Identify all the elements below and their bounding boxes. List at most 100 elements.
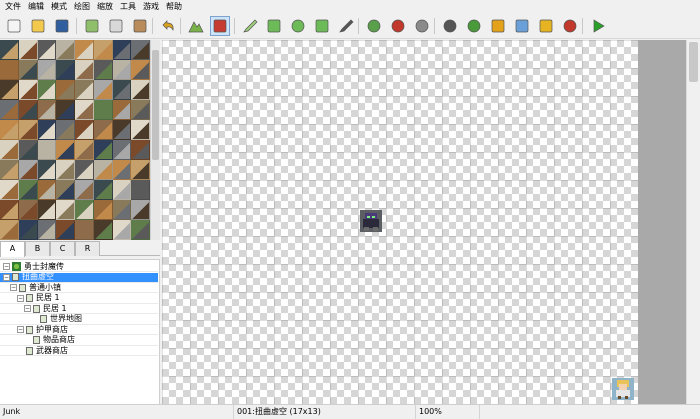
puzzle-button[interactable] (464, 16, 484, 36)
tree-item[interactable]: 物品商店 (0, 335, 158, 346)
tileset-tile[interactable] (18, 160, 38, 180)
map-canvas[interactable] (162, 40, 686, 404)
tileset-tile[interactable] (56, 180, 75, 200)
copy-button[interactable] (106, 16, 126, 36)
tileset-tile[interactable] (37, 60, 57, 80)
tileset-tile[interactable] (18, 60, 38, 80)
zoom-reset-button[interactable] (412, 16, 432, 36)
tileset-tile[interactable] (18, 120, 38, 140)
map-vertical-scrollbar[interactable] (686, 40, 700, 404)
tileset-tile[interactable] (18, 80, 38, 100)
tileset-tile[interactable] (37, 220, 57, 240)
tileset-tile[interactable] (93, 140, 113, 160)
tileset-tile[interactable] (112, 40, 132, 60)
tileset-tile[interactable] (131, 140, 150, 160)
tileset-tile[interactable] (75, 120, 94, 140)
tileset-tile[interactable] (131, 160, 150, 180)
menu-item-1[interactable]: 编辑 (25, 0, 48, 13)
menu-item-6[interactable]: 游戏 (140, 0, 163, 13)
tileset-tile[interactable] (75, 40, 94, 60)
new-file-button[interactable] (4, 16, 24, 36)
undo-button[interactable] (158, 16, 178, 36)
event-layer-button[interactable] (210, 16, 230, 36)
tileset-tile[interactable] (112, 200, 132, 220)
tileset-tile[interactable] (75, 220, 94, 240)
tileset-tile[interactable] (37, 140, 57, 160)
tileset-tile[interactable] (37, 40, 57, 60)
tileset-tile[interactable] (75, 60, 94, 80)
script-button[interactable] (536, 16, 556, 36)
tileset-tile[interactable] (56, 100, 75, 120)
tileset-tile[interactable] (112, 60, 132, 80)
play-button[interactable] (588, 16, 608, 36)
tileset-tile[interactable] (37, 120, 57, 140)
tileset-tile[interactable] (56, 60, 75, 80)
paste-button[interactable] (130, 16, 150, 36)
tileset-tile[interactable] (112, 220, 132, 240)
map-scrollbar-thumb[interactable] (689, 42, 698, 82)
tab-layer-c[interactable]: C (50, 241, 75, 256)
collapse-icon[interactable]: − (24, 305, 31, 312)
tree-item[interactable]: − 扭曲虚空 (0, 272, 158, 283)
tree-item[interactable]: − 护甲商店 (0, 325, 158, 335)
tileset-tile[interactable] (93, 60, 113, 80)
tileset-tile[interactable] (75, 180, 94, 200)
tileset-tile[interactable] (112, 180, 132, 200)
ellipse-button[interactable] (288, 16, 308, 36)
menu-item-7[interactable]: 帮助 (163, 0, 186, 13)
save-button[interactable] (52, 16, 72, 36)
tileset-tile[interactable] (18, 180, 38, 200)
menu-item-2[interactable]: 模式 (48, 0, 71, 13)
tree-item[interactable]: − 民居 1 (0, 304, 158, 314)
map-layer-button[interactable] (186, 16, 206, 36)
menu-item-3[interactable]: 绘图 (71, 0, 94, 13)
map-grid[interactable] (162, 40, 638, 404)
character-button[interactable] (560, 16, 580, 36)
collapse-icon[interactable]: − (10, 284, 17, 291)
tileset-tile[interactable] (93, 220, 113, 240)
tileset-scrollbar-thumb[interactable] (152, 50, 159, 160)
tileset-tile[interactable] (0, 60, 19, 80)
tree-item[interactable]: − 普通小镇 (0, 283, 158, 293)
tileset-tile[interactable] (131, 40, 150, 60)
tileset-tile[interactable] (56, 140, 75, 160)
menu-item-0[interactable]: 文件 (2, 0, 25, 13)
tileset-tile[interactable] (0, 200, 19, 220)
menu-item-5[interactable]: 工具 (117, 0, 140, 13)
collapse-icon[interactable]: − (3, 263, 10, 270)
sound-button[interactable] (488, 16, 508, 36)
tileset-tile[interactable] (0, 140, 19, 160)
monster-sprite[interactable] (360, 210, 382, 232)
tileset-tile[interactable] (131, 120, 150, 140)
tileset-tile[interactable] (75, 140, 94, 160)
collapse-icon[interactable]: − (3, 273, 10, 281)
tileset-tile[interactable] (112, 80, 132, 100)
tileset-tile[interactable] (75, 160, 94, 180)
tileset-tile[interactable] (131, 200, 150, 220)
tileset-tile[interactable] (37, 200, 57, 220)
zoom-in-button[interactable] (364, 16, 384, 36)
tileset-tile[interactable] (0, 120, 19, 140)
tileset-tile[interactable] (56, 200, 75, 220)
tileset-tile[interactable] (131, 60, 150, 80)
tileset-tile[interactable] (0, 100, 19, 120)
tab-layer-r[interactable]: R (75, 241, 100, 256)
tileset-tile[interactable] (37, 180, 57, 200)
tileset-tile[interactable] (75, 200, 94, 220)
collapse-icon[interactable]: − (17, 294, 24, 302)
tileset-tile[interactable] (131, 180, 150, 200)
rectangle-button[interactable] (264, 16, 284, 36)
tileset-tile[interactable] (56, 80, 75, 100)
tileset-tile[interactable] (37, 160, 57, 180)
tileset-tile[interactable] (112, 160, 132, 180)
zoom-out-button[interactable] (388, 16, 408, 36)
tileset-grid[interactable] (0, 40, 150, 240)
tileset-tile[interactable] (0, 40, 19, 60)
tileset-tile[interactable] (93, 80, 113, 100)
tileset-tile[interactable] (75, 100, 94, 120)
tileset-tile[interactable] (131, 80, 150, 100)
tileset-tile[interactable] (93, 120, 113, 140)
tileset-tile[interactable] (131, 220, 150, 240)
fill-button[interactable] (312, 16, 332, 36)
tileset-tile[interactable] (18, 100, 38, 120)
